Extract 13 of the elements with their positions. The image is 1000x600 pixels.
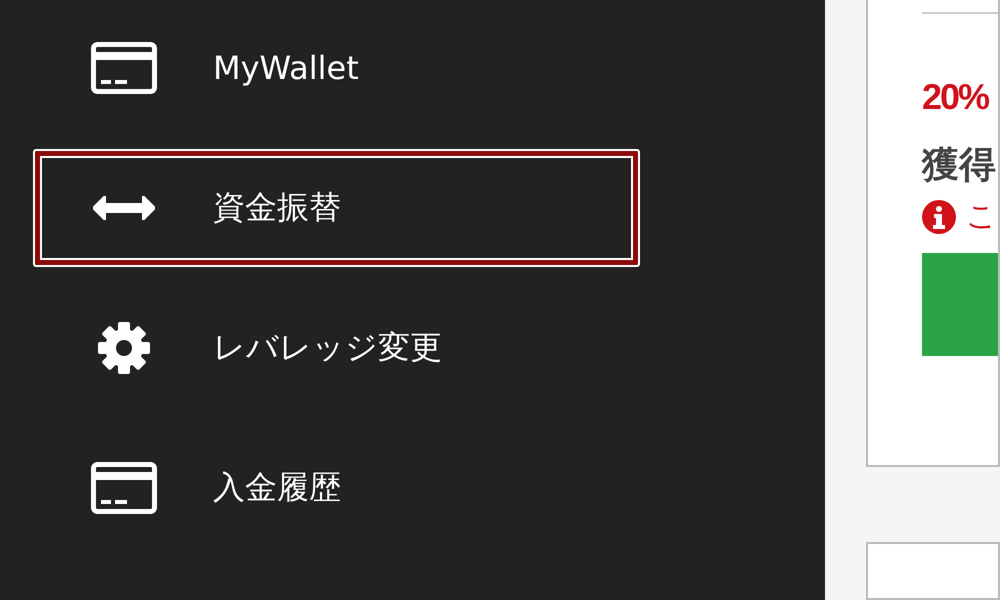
heading: 獲得 <box>922 142 997 188</box>
sidebar-item[interactable]: MyWallet <box>33 9 640 127</box>
card-icon <box>91 42 157 94</box>
settings-icon <box>97 321 151 375</box>
sidebar-item[interactable]: 資金振替 <box>33 149 640 267</box>
double-arrow-icon <box>93 196 155 220</box>
sidebar-item[interactable]: レバレッジ変更 <box>33 289 640 407</box>
info-icon <box>922 200 956 234</box>
sidebar-item[interactable]: 入金履歴 <box>33 429 640 547</box>
notice-text: こ <box>966 198 997 236</box>
action-button[interactable] <box>922 253 998 356</box>
card-icon <box>91 462 157 514</box>
rate-value: 20% <box>922 76 990 118</box>
